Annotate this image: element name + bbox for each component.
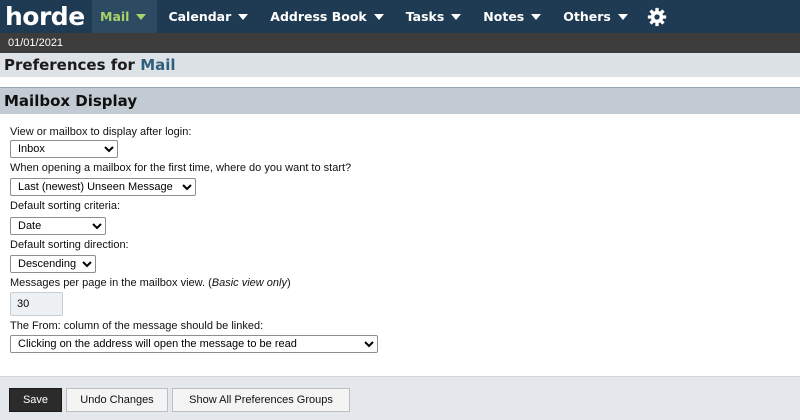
login-mailbox-label: View or mailbox to display after login: (10, 126, 192, 138)
logo-text: horde (5, 2, 85, 31)
page-title-prefix: Preferences for (4, 56, 141, 74)
sort-direction-label: Default sorting direction: (10, 239, 129, 251)
nav-label-tasks: Tasks (405, 9, 445, 24)
from-link-select[interactable]: Clicking on the address will open the me… (10, 335, 378, 353)
undo-changes-button[interactable]: Undo Changes (66, 388, 168, 412)
show-all-preferences-button[interactable]: Show All Preferences Groups (172, 388, 350, 412)
section-header: Mailbox Display (0, 87, 800, 114)
per-page-input[interactable] (10, 292, 63, 316)
section-title: Mailbox Display (4, 92, 138, 110)
nav-item-calendar[interactable]: Calendar (157, 0, 259, 33)
nav-item-address-book[interactable]: Address Book (259, 0, 394, 33)
nav-label-notes: Notes (483, 9, 525, 24)
date-bar: 01/01/2021 (0, 33, 800, 53)
first-open-label: When opening a mailbox for the first tim… (10, 162, 352, 174)
chevron-down-icon (617, 14, 628, 20)
sort-direction-select[interactable]: Descending (10, 255, 96, 273)
from-link-label: The From: column of the message should b… (10, 320, 264, 332)
horde-logo[interactable]: horde (0, 0, 92, 33)
chevron-down-icon (238, 14, 249, 20)
chevron-down-icon (451, 14, 462, 20)
per-page-label-end: ) (286, 277, 291, 289)
per-page-label: Messages per page in the mailbox view. (… (10, 277, 291, 289)
save-button[interactable]: Save (9, 388, 62, 412)
nav-label-mail: Mail (100, 9, 130, 24)
per-page-label-text: Messages per page in the mailbox view. ( (10, 277, 212, 289)
chevron-down-icon (136, 14, 147, 20)
nav-item-notes[interactable]: Notes (472, 0, 552, 33)
first-open-select[interactable]: Last (newest) Unseen Message (10, 178, 196, 196)
login-mailbox-select[interactable]: Inbox (10, 140, 118, 158)
sort-criteria-select[interactable]: Date (10, 217, 106, 235)
per-page-label-note: Basic view only (211, 277, 287, 289)
nav-label-calendar: Calendar (168, 9, 232, 24)
top-nav-bar: horde Mail Calendar Address Book Tasks N… (0, 0, 800, 33)
nav-item-mail[interactable]: Mail (92, 0, 158, 33)
action-bar: Save Undo Changes Show All Preferences G… (0, 376, 800, 420)
page-title: Preferences for Mail (4, 56, 176, 74)
settings-button[interactable] (639, 0, 675, 33)
chevron-down-icon (373, 14, 384, 20)
chevron-down-icon (531, 14, 542, 20)
nav-label-others: Others (563, 9, 611, 24)
sort-criteria-label: Default sorting criteria: (10, 200, 121, 212)
gear-icon (647, 7, 667, 26)
nav-item-others[interactable]: Others (552, 0, 639, 33)
current-date: 01/01/2021 (8, 37, 64, 49)
nav-label-address-book: Address Book (270, 9, 367, 24)
page-title-app: Mail (140, 56, 176, 74)
page-header: Preferences for Mail (0, 53, 800, 80)
nav-item-tasks[interactable]: Tasks (395, 0, 473, 33)
